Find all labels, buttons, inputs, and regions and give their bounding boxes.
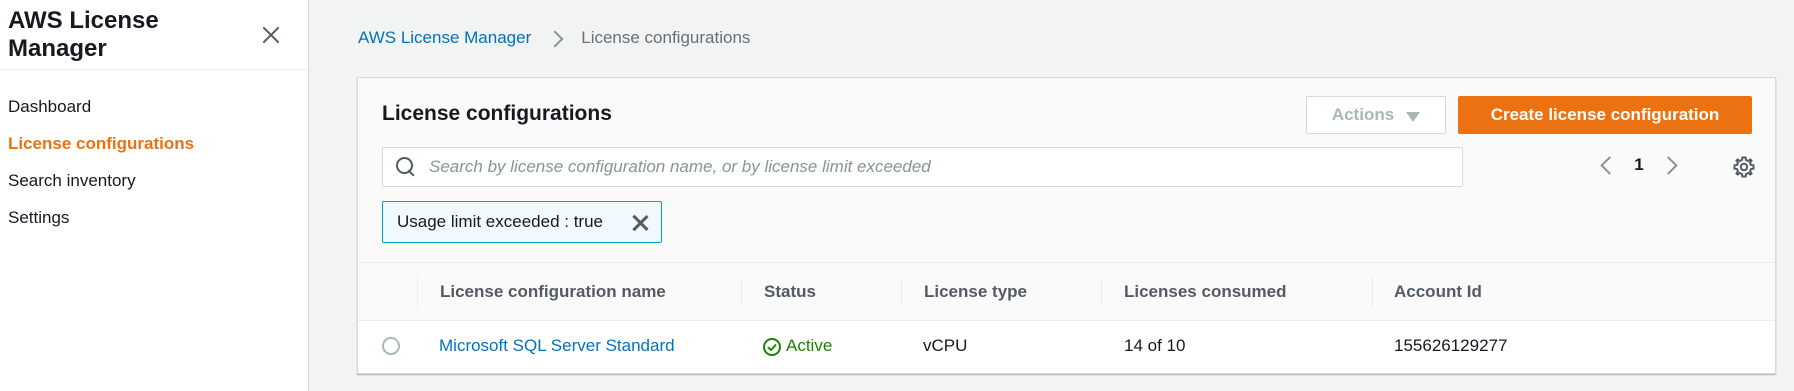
breadcrumb-current: License configurations: [581, 28, 751, 47]
chevron-right-icon: [541, 28, 571, 48]
sidebar-title: AWS License Manager: [8, 6, 159, 62]
column-divider: [1101, 277, 1102, 307]
sidebar-nav: Dashboard License configurations Search …: [0, 70, 308, 236]
check-circle-icon: [763, 338, 781, 356]
status-text: Active: [786, 336, 833, 355]
page-number[interactable]: 1: [1619, 155, 1659, 175]
create-license-configuration-button[interactable]: Create license configuration: [1458, 96, 1752, 134]
panel-header: License configurations Actions Create li…: [358, 78, 1775, 263]
caret-down-icon: [1406, 111, 1421, 122]
sidebar-header: AWS License Manager: [0, 0, 308, 70]
column-divider: [1372, 277, 1373, 307]
sidebar: AWS License Manager Dashboard License co…: [0, 0, 309, 391]
license-configuration-name-link[interactable]: Microsoft SQL Server Standard: [439, 321, 675, 371]
chevron-left-icon[interactable]: [1595, 153, 1619, 177]
table-header: License configuration name Status Licens…: [358, 263, 1775, 321]
sidebar-item-dashboard[interactable]: Dashboard: [0, 88, 308, 125]
column-header-account-id[interactable]: Account Id: [1394, 263, 1482, 321]
search-box: [382, 147, 1463, 187]
column-header-licenses-consumed[interactable]: Licenses consumed: [1124, 263, 1287, 321]
column-divider: [417, 277, 418, 307]
breadcrumb: AWS License Manager License configuratio…: [358, 28, 750, 48]
sidebar-item-license-configurations[interactable]: License configurations: [0, 125, 308, 162]
gear-icon[interactable]: [1732, 155, 1756, 179]
actions-label: Actions: [1331, 105, 1395, 124]
actions-dropdown-button[interactable]: Actions: [1306, 96, 1446, 134]
filter-token: Usage limit exceeded : true: [382, 201, 662, 243]
panel-title: License configurations: [382, 102, 612, 125]
column-header-status[interactable]: Status: [764, 263, 816, 321]
filter-token-label: Usage limit exceeded : true: [397, 212, 603, 231]
row-select-radio[interactable]: [382, 337, 400, 355]
chevron-right-icon[interactable]: [1659, 153, 1683, 177]
account-id-cell: 155626129277: [1394, 336, 1508, 355]
license-configurations-table: License configuration name Status Licens…: [358, 263, 1775, 371]
license-type-cell: vCPU: [923, 336, 968, 355]
status-badge: Active: [762, 321, 832, 371]
column-header-name[interactable]: License configuration name: [440, 263, 666, 321]
column-divider: [901, 277, 902, 307]
sidebar-item-search-inventory[interactable]: Search inventory: [0, 162, 308, 199]
main-content: AWS License Manager License configuratio…: [309, 0, 1794, 391]
search-input[interactable]: [429, 148, 1462, 186]
breadcrumb-root-link[interactable]: AWS License Manager: [358, 28, 531, 48]
licenses-consumed-cell: 14 of 10: [1124, 336, 1186, 355]
sidebar-item-settings[interactable]: Settings: [0, 199, 308, 236]
column-divider: [741, 277, 742, 307]
column-header-license-type[interactable]: License type: [924, 263, 1027, 321]
close-icon[interactable]: [259, 23, 282, 47]
search-icon: [395, 156, 417, 178]
pagination: 1: [1595, 153, 1683, 177]
table-row[interactable]: Microsoft SQL Server Standard Active vCP…: [358, 321, 1775, 371]
license-configurations-panel: License configurations Actions Create li…: [357, 77, 1776, 374]
close-icon[interactable]: [629, 212, 651, 234]
